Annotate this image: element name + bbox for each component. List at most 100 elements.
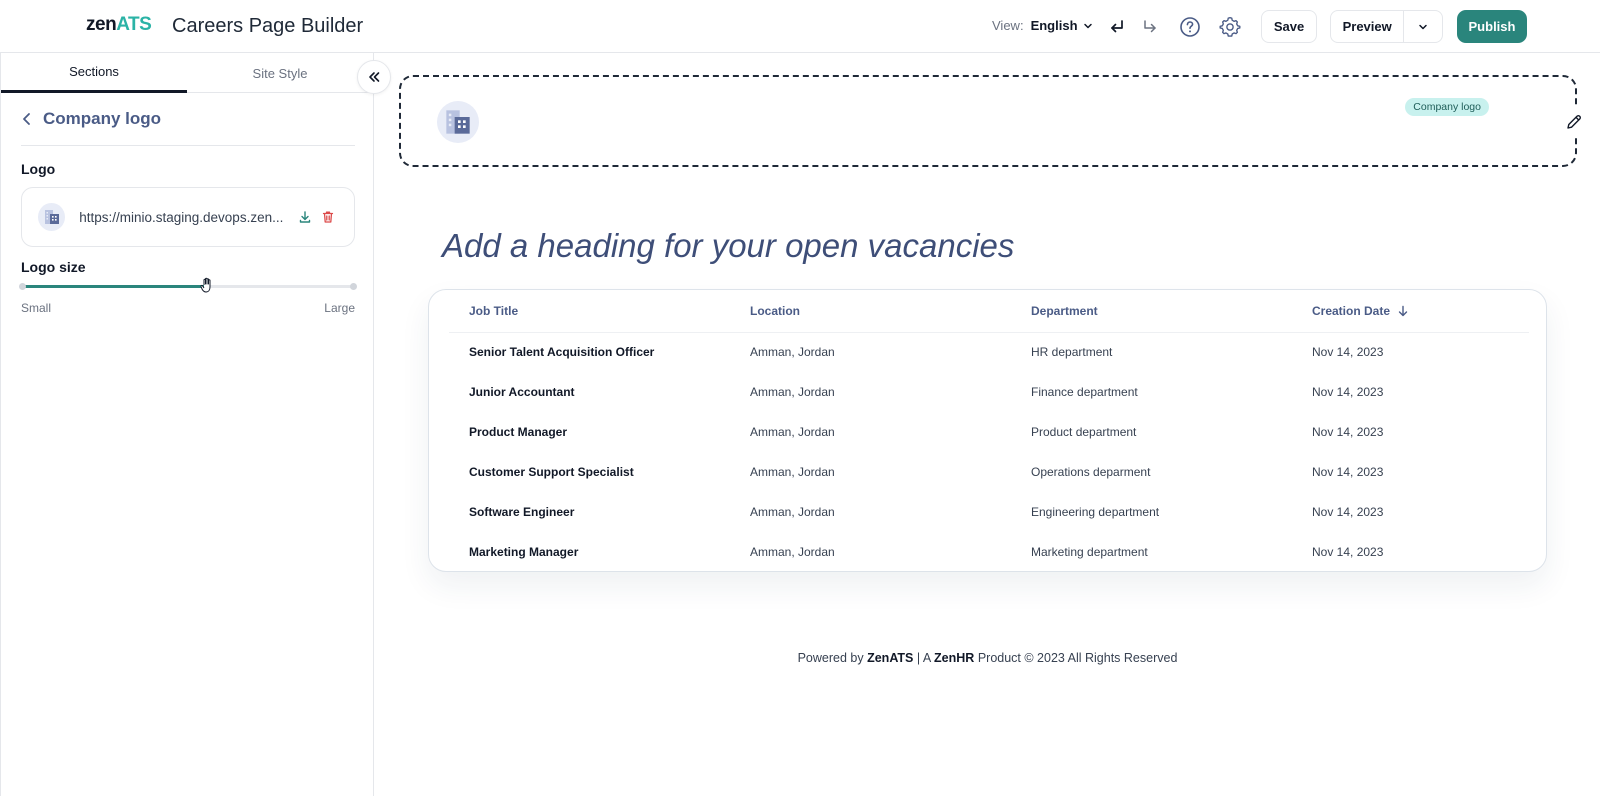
tab-site-style[interactable]: Site Style <box>187 53 373 93</box>
cell-job-title: Product Manager <box>469 425 568 439</box>
language-dropdown[interactable]: English <box>1031 18 1093 33</box>
table-row[interactable]: Senior Talent Acquisition Officer Amman, … <box>449 333 1529 373</box>
company-logo-image <box>437 101 479 143</box>
building-icon <box>44 210 59 224</box>
publish-button[interactable]: Publish <box>1457 10 1527 43</box>
cell-location: Amman, Jordan <box>750 545 835 559</box>
cell-department: Marketing department <box>1031 545 1148 559</box>
page-footer: Powered by ZenATS | A ZenHR Product © 20… <box>375 651 1600 665</box>
jobs-table: Job Title Location Department Creation D… <box>428 289 1547 572</box>
logo-ats: ATS <box>116 14 152 35</box>
sidebar: Sections Site Style Company logo Logo ht… <box>0 53 391 796</box>
cell-creation-date: Nov 14, 2023 <box>1312 345 1384 359</box>
language-value: English <box>1030 18 1078 33</box>
table-row[interactable]: Marketing Manager Amman, Jordan Marketing … <box>449 533 1529 573</box>
slider-labels: Small Large <box>21 301 355 315</box>
logo-size-slider[interactable] <box>19 277 357 293</box>
slider-max-label: Large <box>324 301 355 315</box>
cell-creation-date: Nov 14, 2023 <box>1312 425 1384 439</box>
preview-button[interactable]: Preview <box>1331 11 1405 42</box>
gear-icon <box>1219 16 1241 37</box>
logo-zen: zen <box>86 14 117 35</box>
zenats-logo[interactable]: zenATS <box>86 14 152 36</box>
slider-min-label: Small <box>21 301 52 315</box>
table-row[interactable]: Customer Support Specialist Amman, Jordan… <box>449 453 1529 493</box>
pencil-icon <box>1567 115 1581 129</box>
cell-creation-date: Nov 14, 2023 <box>1312 545 1384 559</box>
cell-creation-date: Nov 14, 2023 <box>1312 465 1384 479</box>
redo-button[interactable] <box>1137 14 1163 40</box>
view-language-selector: View: English <box>992 18 1093 33</box>
arrow-down-icon <box>1398 305 1408 317</box>
help-button[interactable] <box>1177 14 1203 40</box>
cell-location: Amman, Jordan <box>750 505 835 519</box>
cell-creation-date: Nov 14, 2023 <box>1312 505 1384 519</box>
table-row[interactable]: Junior Accountant Amman, Jordan Finance de… <box>449 373 1529 413</box>
download-logo-button[interactable] <box>295 207 314 227</box>
download-icon <box>299 211 311 223</box>
save-button[interactable]: Save <box>1261 10 1317 43</box>
footer-powered-by: Powered by <box>797 651 864 665</box>
cell-job-title: Senior Talent Acquisition Officer <box>469 345 655 359</box>
footer-separator: | A <box>916 651 931 665</box>
logo-thumbnail <box>38 203 66 231</box>
tab-sections[interactable]: Sections <box>1 53 187 93</box>
cell-department: Engineering department <box>1031 505 1160 519</box>
chevron-down-icon <box>1083 23 1092 28</box>
grab-hand-icon <box>200 277 211 293</box>
column-creation-date[interactable]: Creation Date <box>1312 304 1409 318</box>
table-row[interactable]: Software Engineer Amman, Jordan Engineerin… <box>449 493 1529 533</box>
section-title: Company logo <box>43 109 162 128</box>
footer-brand: ZenATS <box>867 651 914 665</box>
collapse-sidebar-button[interactable] <box>357 60 391 94</box>
slider-fill <box>21 285 209 288</box>
cell-department: Product department <box>1031 425 1137 439</box>
cell-job-title: Software Engineer <box>469 505 575 519</box>
cell-department: Finance department <box>1031 385 1138 399</box>
edit-section-button[interactable] <box>1559 107 1589 137</box>
cell-location: Amman, Jordan <box>750 345 835 359</box>
cell-job-title: Junior Accountant <box>469 385 575 399</box>
slider-min-dot <box>19 283 26 290</box>
divider <box>21 145 355 146</box>
double-chevron-left-icon <box>369 72 380 82</box>
logo-url: https://minio.staging.devops.zen... <box>79 209 284 225</box>
delete-logo-button[interactable] <box>319 207 338 227</box>
cell-location: Amman, Jordan <box>750 425 835 439</box>
sidebar-tabs: Sections Site Style <box>1 53 374 93</box>
cell-location: Amman, Jordan <box>750 465 835 479</box>
vacancies-heading[interactable]: Add a heading for your open vacancies <box>442 227 1014 265</box>
cell-creation-date: Nov 14, 2023 <box>1312 385 1384 399</box>
chevron-down-icon <box>1419 24 1427 29</box>
footer-company: ZenHR <box>934 651 975 665</box>
preview-split-button: Preview <box>1330 10 1443 43</box>
redo-icon <box>1144 20 1156 33</box>
column-department[interactable]: Department <box>1031 304 1098 318</box>
logo-size-label: Logo size <box>21 259 86 275</box>
footer-copyright: Product © 2023 All Rights Reserved <box>977 651 1178 665</box>
column-job-title[interactable]: Job Title <box>469 304 518 318</box>
undo-icon <box>1111 20 1123 33</box>
help-icon <box>1180 17 1200 37</box>
building-icon <box>446 110 470 134</box>
back-to-sections[interactable]: Company logo <box>21 109 161 129</box>
column-location[interactable]: Location <box>750 304 800 318</box>
view-label: View: <box>992 18 1024 33</box>
chevron-left-icon <box>23 113 30 125</box>
cell-job-title: Customer Support Specialist <box>469 465 634 479</box>
slider-handle[interactable] <box>199 275 217 295</box>
top-bar: zenATS Careers Page Builder View: Englis… <box>0 0 1600 53</box>
table-header: Job Title Location Department Creation D… <box>449 290 1529 333</box>
section-badge: Company logo <box>1405 98 1489 116</box>
company-logo-section[interactable]: Company logo <box>399 75 1589 167</box>
table-row[interactable]: Product Manager Amman, Jordan Product depa… <box>449 413 1529 453</box>
page-preview: Company logo Add a heading for your open… <box>375 53 1600 796</box>
settings-button[interactable] <box>1217 14 1243 40</box>
preview-options-button[interactable] <box>1404 11 1442 42</box>
cell-department: Operations deparment <box>1031 465 1151 479</box>
cell-location: Amman, Jordan <box>750 385 835 399</box>
undo-button[interactable] <box>1104 14 1130 40</box>
logo-label: Logo <box>21 161 56 177</box>
cell-department: HR department <box>1031 345 1113 359</box>
cell-job-title: Marketing Manager <box>469 545 579 559</box>
